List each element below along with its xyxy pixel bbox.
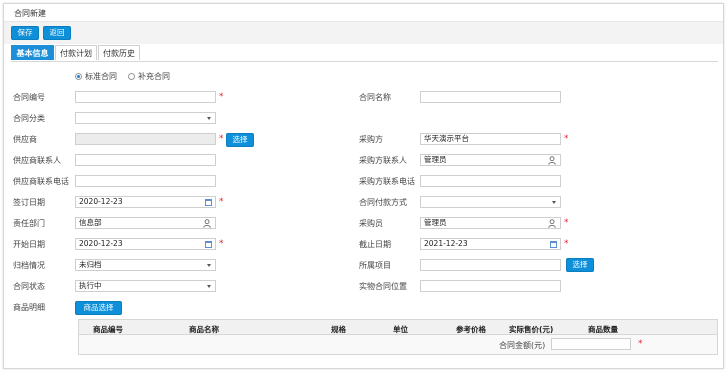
column-header: 参考价格 <box>456 325 486 334</box>
column-header: 规格 <box>331 325 346 334</box>
purchaser-label: 采购方 <box>359 135 383 144</box>
project-label: 所属项目 <box>359 261 391 270</box>
contract-name-label: 合同名称 <box>359 93 391 102</box>
supplier-select-button[interactable]: 选择 <box>226 133 254 147</box>
archive-status-value: 未归档 <box>79 260 102 269</box>
column-header: 商品名称 <box>189 325 219 334</box>
sign-date-label: 签订日期 <box>13 198 45 207</box>
purchaser-contact-input[interactable]: 管理员 <box>420 154 561 166</box>
column-header: 商品数量 <box>588 325 618 334</box>
purchaser-phone-label: 采购方联系电话 <box>359 177 415 186</box>
payment-method-select[interactable] <box>420 196 561 208</box>
back-button[interactable]: 返回 <box>43 26 71 40</box>
tab-payment-plan[interactable]: 付款计划 <box>55 45 97 60</box>
project-input[interactable] <box>420 259 561 271</box>
goods-table-header: 商品编号 商品名称 规格 单位 参考价格 实际售价(元) 商品数量 <box>78 319 718 335</box>
column-header: 商品编号 <box>93 325 123 334</box>
start-date-value: 2020-12-23 <box>79 239 123 248</box>
goods-table-footer: 合同金额(元) * <box>78 335 718 355</box>
sign-date-input[interactable]: 2020-12-23 <box>75 196 216 208</box>
supplier-input <box>75 133 216 145</box>
toolbar: 保存 返回 <box>4 22 723 44</box>
supplier-contact-input[interactable] <box>75 154 216 166</box>
chevron-down-icon <box>207 264 211 267</box>
contract-amount-label: 合同金额(元) <box>499 341 546 350</box>
goods-select-button[interactable]: 商品选择 <box>75 301 122 315</box>
required-mark: * <box>638 339 643 349</box>
tab-basic-info[interactable]: 基本信息 <box>11 45 54 60</box>
user-icon[interactable] <box>548 219 557 228</box>
purchaser-contact-value: 管理员 <box>424 155 447 164</box>
chevron-down-icon <box>552 201 556 204</box>
user-icon[interactable] <box>203 219 212 228</box>
column-header: 单位 <box>393 325 408 334</box>
tab-bar: 基本信息 付款计划 付款历史 <box>11 45 718 62</box>
calendar-icon[interactable] <box>550 240 557 248</box>
physical-location-label: 实物合同位置 <box>359 282 407 291</box>
required-mark: * <box>564 218 569 228</box>
required-mark: * <box>219 239 224 249</box>
radio-standard-label: 标准合同 <box>85 72 117 81</box>
required-mark: * <box>564 134 569 144</box>
title-bar: 合同新建 <box>4 4 723 22</box>
required-mark: * <box>219 197 224 207</box>
required-mark: * <box>219 92 224 102</box>
end-date-value: 2021-12-23 <box>424 239 468 248</box>
window-title: 合同新建 <box>14 9 46 18</box>
start-date-label: 开始日期 <box>13 240 45 249</box>
purchaser-phone-input[interactable] <box>420 175 561 187</box>
end-date-input[interactable]: 2021-12-23 <box>420 238 561 250</box>
archive-status-label: 归档情况 <box>13 261 45 270</box>
column-header: 实际售价(元) <box>509 325 554 334</box>
sign-date-value: 2020-12-23 <box>79 197 123 206</box>
contract-category-select[interactable] <box>75 112 216 124</box>
department-value: 信息部 <box>79 218 102 227</box>
radio-supplementary-label: 补充合同 <box>138 72 170 81</box>
contract-status-label: 合同状态 <box>13 282 45 291</box>
contract-no-label: 合同编号 <box>13 93 45 102</box>
calendar-icon[interactable] <box>205 198 212 206</box>
chevron-down-icon <box>207 117 211 120</box>
department-input[interactable]: 信息部 <box>75 217 216 229</box>
required-mark: * <box>219 134 224 144</box>
save-button[interactable]: 保存 <box>11 26 39 40</box>
payment-method-label: 合同付款方式 <box>359 198 407 207</box>
tab-payment-history[interactable]: 付款历史 <box>98 45 140 60</box>
physical-location-input[interactable] <box>420 280 561 292</box>
buyer-input[interactable]: 管理员 <box>420 217 561 229</box>
supplier-phone-label: 供应商联系电话 <box>13 177 69 186</box>
supplier-contact-label: 供应商联系人 <box>13 156 61 165</box>
contract-status-value: 执行中 <box>79 281 102 290</box>
end-date-label: 截止日期 <box>359 240 391 249</box>
contract-amount-input[interactable] <box>551 338 631 350</box>
supplier-label: 供应商 <box>13 135 37 144</box>
purchaser-contact-label: 采购方联系人 <box>359 156 407 165</box>
calendar-icon[interactable] <box>205 240 212 248</box>
buyer-label: 采购员 <box>359 219 383 228</box>
contract-name-input[interactable] <box>420 91 561 103</box>
project-select-button[interactable]: 选择 <box>566 258 594 272</box>
user-icon[interactable] <box>548 156 557 165</box>
chevron-down-icon <box>207 285 211 288</box>
contract-no-input[interactable] <box>75 91 216 103</box>
supplier-phone-input[interactable] <box>75 175 216 187</box>
contract-window: 合同新建 保存 返回 基本信息 付款计划 付款历史 标准合同 补充合同 合同编号… <box>3 3 724 369</box>
radio-standard-contract[interactable] <box>75 73 82 80</box>
department-label: 责任部门 <box>13 219 45 228</box>
purchaser-input[interactable]: 华天演示平台 <box>420 133 561 145</box>
contract-status-select[interactable]: 执行中 <box>75 280 216 292</box>
goods-detail-label: 商品明细 <box>13 303 45 312</box>
contract-category-label: 合同分类 <box>13 114 45 123</box>
required-mark: * <box>564 239 569 249</box>
archive-status-select[interactable]: 未归档 <box>75 259 216 271</box>
radio-supplementary-contract[interactable] <box>128 73 135 80</box>
buyer-value: 管理员 <box>424 218 447 227</box>
start-date-input[interactable]: 2020-12-23 <box>75 238 216 250</box>
